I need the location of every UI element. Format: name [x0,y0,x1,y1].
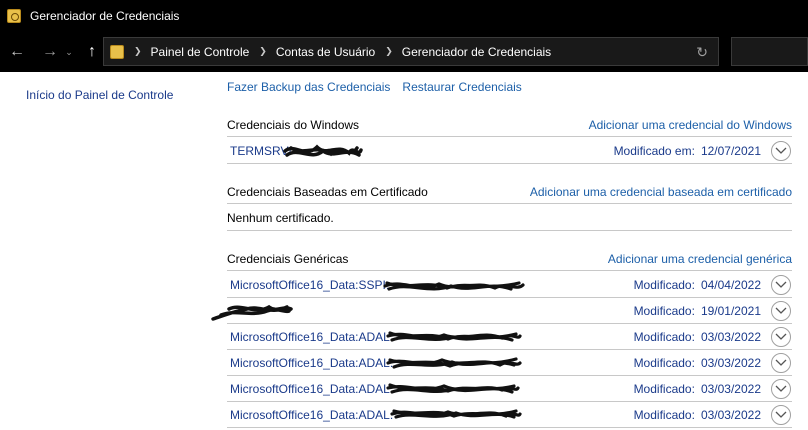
expand-chevron-icon[interactable] [771,141,791,161]
generic-credentials-header: Credenciais Genéricas Adicionar uma cred… [227,249,792,271]
breadcrumb-separator-icon[interactable]: ❯ [385,46,393,57]
credential-name[interactable]: MicrosoftOffice16_Data:ADAL: [230,408,393,422]
modified-label: Modificado: [633,278,695,292]
arrow-up-icon[interactable]: ↑ [81,43,103,61]
credential-name[interactable]: MicrosoftOffice16_Data:ADAL: [230,356,393,370]
control-panel-home-link[interactable]: Início do Painel de Controle [26,88,173,102]
chevron-down-icon[interactable]: ⌄ [63,47,75,58]
credential-modified: Modificado: 03/03/2022 [634,408,761,422]
refresh-icon[interactable]: ↻ [696,44,708,61]
credential-row[interactable]: MicrosoftOffice16_Data:ADAL: Modificado:… [227,350,792,376]
add-generic-credential-link[interactable]: Adicionar uma credencial genérica [608,252,792,266]
credential-row[interactable]: MicrosoftOffice16_Data:ADAL: Modificado:… [227,376,792,402]
backup-credentials-link[interactable]: Fazer Backup das Credenciais [227,80,390,94]
credential-modified: Modificado: 03/03/2022 [634,356,761,370]
certificate-credentials-header: Credenciais Baseadas em Certificado Adic… [227,182,792,204]
credential-name[interactable]: MicrosoftOffice16_Data:ADAL: [230,382,393,396]
arrow-left-icon[interactable]: ← [6,43,28,61]
expand-chevron-icon[interactable] [771,301,791,321]
address-bar[interactable]: ❯ Painel de Controle ❯ Contas de Usuário… [103,37,719,66]
credential-modified: Modificado: 03/03/2022 [634,382,761,396]
modified-date: 03/03/2022 [700,382,761,396]
section-title: Credenciais Genéricas [227,252,349,266]
search-input[interactable] [731,37,808,66]
credential-row[interactable]: MicrosoftOffice16_Data:ADAL: Modificado:… [227,402,792,428]
breadcrumb-separator-icon[interactable]: ❯ [134,46,142,57]
window-title: Gerenciador de Credenciais [30,9,180,23]
credential-name[interactable]: TERMSRV/ [230,144,292,158]
modified-date: 19/01/2021 [700,304,761,318]
add-certificate-credential-link[interactable]: Adicionar uma credencial baseada em cert… [530,185,792,199]
windows-credentials-header: Credenciais do Windows Adicionar uma cre… [227,115,792,137]
modified-date: 03/03/2022 [700,408,761,422]
modified-label: Modificado: [633,356,695,370]
credential-row[interactable]: Modificado: 19/01/2021 [227,298,792,324]
modified-date: 03/03/2022 [700,330,761,344]
modified-label: Modificado: [633,330,695,344]
modified-label: Modificado: [633,382,695,396]
no-certificate-row: Nenhum certificado. [227,205,792,231]
section-title: Credenciais do Windows [227,118,360,132]
expand-chevron-icon[interactable] [771,353,791,373]
restore-credentials-link[interactable]: Restaurar Credenciais [402,80,521,94]
modified-label: Modificado em: [613,144,695,158]
credential-modified: Modificado em: 12/07/2021 [614,144,761,158]
add-windows-credential-link[interactable]: Adicionar uma credencial do Windows [589,118,792,132]
credential-name[interactable]: MicrosoftOffice16_Data:SSPI: [230,278,389,292]
modified-date: 12/07/2021 [700,144,761,158]
credential-name[interactable]: MicrosoftOffice16_Data:ADAL: [230,330,393,344]
arrow-right-icon[interactable]: → [39,43,61,61]
expand-chevron-icon[interactable] [771,327,791,347]
breadcrumb-control-panel[interactable]: Painel de Controle [151,45,250,59]
credential-row[interactable]: TERMSRV/ Modificado em: 12/07/2021 [227,138,792,164]
control-panel-icon [110,44,124,59]
expand-chevron-icon[interactable] [771,405,791,425]
breadcrumb-credential-manager[interactable]: Gerenciador de Credenciais [402,45,551,59]
credential-manager-icon [7,9,21,23]
modified-date: 04/04/2022 [700,278,761,292]
modified-label: Modificado: [633,304,695,318]
credential-row[interactable]: MicrosoftOffice16_Data:SSPI: Modificado:… [227,272,792,298]
navigation-bar: ← → ⌄ ↑ ❯ Painel de Controle ❯ Contas de… [0,32,808,72]
expand-chevron-icon[interactable] [771,275,791,295]
credential-row[interactable]: MicrosoftOffice16_Data:ADAL: Modificado:… [227,324,792,350]
title-bar: Gerenciador de Credenciais [0,0,808,32]
modified-date: 03/03/2022 [700,356,761,370]
breadcrumb-separator-icon[interactable]: ❯ [259,46,267,57]
credential-modified: Modificado: 04/04/2022 [634,278,761,292]
expand-chevron-icon[interactable] [771,379,791,399]
breadcrumb-user-accounts[interactable]: Contas de Usuário [276,45,375,59]
credential-actions: Fazer Backup das Credenciais Restaurar C… [227,80,522,94]
credential-modified: Modificado: 03/03/2022 [634,330,761,344]
empty-message: Nenhum certificado. [227,211,334,225]
modified-label: Modificado: [633,408,695,422]
section-title: Credenciais Baseadas em Certificado [227,185,428,199]
credential-modified: Modificado: 19/01/2021 [634,304,761,318]
